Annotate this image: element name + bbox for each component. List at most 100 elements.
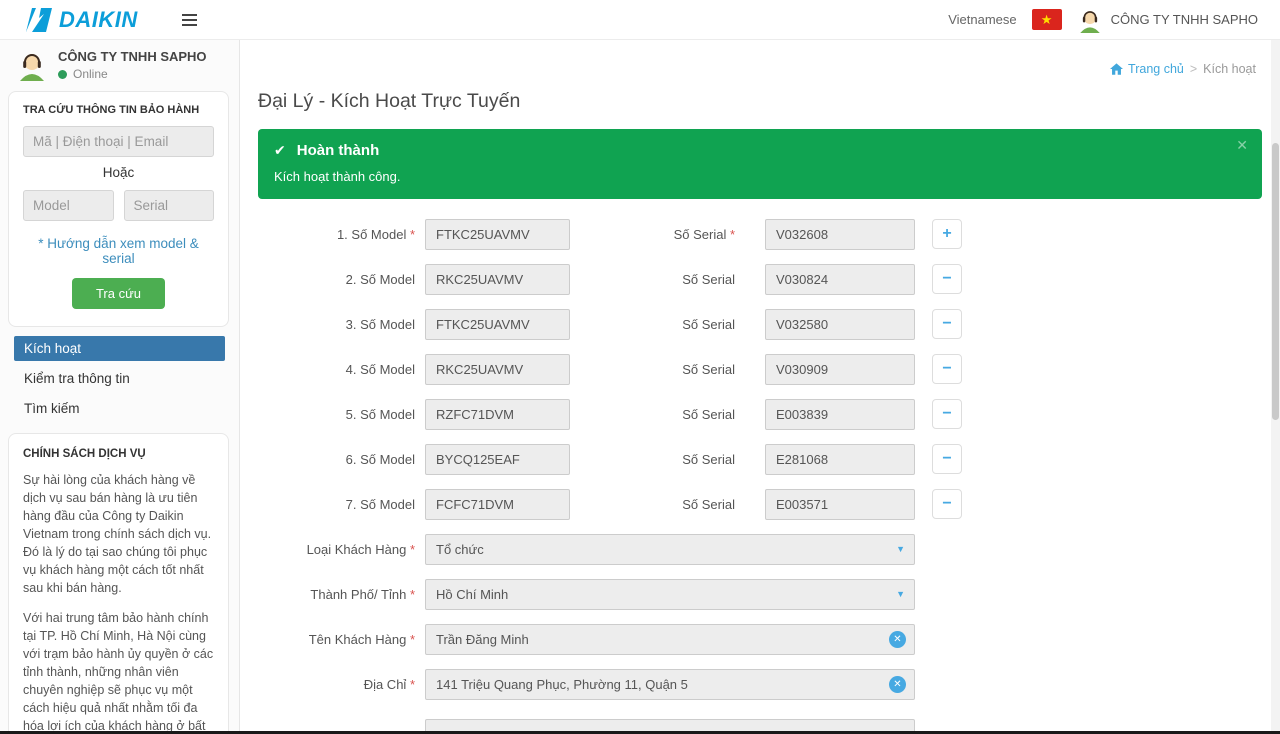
app-window: DAIKIN Vietnamese ★ CÔNG TY TNHH SAPHO: [0, 0, 1280, 734]
model-input[interactable]: [425, 489, 570, 520]
model-input[interactable]: [425, 399, 570, 430]
header-user-menu[interactable]: CÔNG TY TNHH SAPHO: [1077, 7, 1258, 33]
required-asterisk: *: [410, 677, 415, 692]
remove-row-button[interactable]: −: [932, 309, 962, 339]
sidebar-item-kich-hoat[interactable]: Kích hoạt: [14, 336, 225, 361]
sidebar-menu: Kích hoạt Kiểm tra thông tin Tìm kiếm: [14, 336, 225, 421]
policy-paragraph-2: Với hai trung tâm bảo hành chính tại TP.…: [23, 609, 214, 734]
clear-field-icon[interactable]: ✕: [889, 676, 906, 693]
policy-title: CHÍNH SÁCH DỊCH VỤ: [23, 448, 214, 460]
model-serial-guide-link[interactable]: * Hướng dẫn xem model & serial: [23, 236, 214, 266]
sidebar: CÔNG TY TNHH SAPHO Online TRA CỨU THÔNG …: [0, 40, 240, 734]
model-input[interactable]: [425, 264, 570, 295]
serial-input[interactable]: [765, 489, 915, 520]
lookup-code-input[interactable]: [23, 126, 214, 157]
serial-label: Số Serial: [570, 362, 735, 377]
serial-input[interactable]: [765, 264, 915, 295]
city-select[interactable]: Hồ Chí Minh: [425, 579, 915, 610]
serial-label: Số Serial: [570, 272, 735, 287]
remove-row-button[interactable]: −: [932, 444, 962, 474]
activation-form: 1. Số Model * Số Serial * + 2. Số Model …: [258, 219, 1262, 734]
serial-input[interactable]: [765, 444, 915, 475]
sidebar-user-name: CÔNG TY TNHH SAPHO: [58, 49, 207, 64]
remove-row-button[interactable]: −: [932, 399, 962, 429]
add-row-button[interactable]: +: [932, 219, 962, 249]
chevron-down-icon: ▼: [896, 589, 905, 599]
remove-row-button[interactable]: −: [932, 489, 962, 519]
model-input[interactable]: [425, 354, 570, 385]
model-label: 5. Số Model: [258, 407, 415, 422]
online-status-dot: [58, 70, 67, 79]
model-serial-row: 4. Số Model Số Serial −: [258, 354, 1262, 385]
lookup-panel-title: TRA CỨU THÔNG TIN BẢO HÀNH: [23, 104, 214, 116]
model-label: 6. Số Model: [258, 452, 415, 467]
sidebar-user-panel: CÔNG TY TNHH SAPHO Online: [16, 49, 229, 81]
customer-type-select[interactable]: Tổ chức: [425, 534, 915, 565]
customer-type-row: Loại Khách Hàng * Tổ chức ▼: [258, 534, 1262, 565]
model-serial-row: 2. Số Model Số Serial −: [258, 264, 1262, 295]
warranty-lookup-panel: TRA CỨU THÔNG TIN BẢO HÀNH Hoặc * Hướng …: [8, 91, 229, 327]
serial-label: Số Serial: [570, 497, 735, 512]
language-label: Vietnamese: [948, 12, 1016, 27]
model-serial-row: 1. Số Model * Số Serial * +: [258, 219, 1262, 250]
customer-type-label: Loại Khách Hàng *: [258, 542, 415, 557]
required-asterisk: *: [410, 632, 415, 647]
model-label: 3. Số Model: [258, 317, 415, 332]
serial-label: Số Serial: [570, 452, 735, 467]
alert-message: Kích hoạt thành công.: [274, 169, 1246, 184]
top-navbar: DAIKIN Vietnamese ★ CÔNG TY TNHH SAPHO: [0, 0, 1280, 40]
customer-name-row: Tên Khách Hàng * ✕: [258, 624, 1262, 655]
breadcrumb-current: Kích hoạt: [1203, 62, 1256, 76]
model-label: 2. Số Model: [258, 272, 415, 287]
city-row: Thành Phố/ Tỉnh * Hồ Chí Minh ▼: [258, 579, 1262, 610]
sidebar-item-kiem-tra-thong-tin[interactable]: Kiểm tra thông tin: [14, 366, 225, 391]
customer-name-input[interactable]: [425, 624, 915, 655]
sidebar-item-tim-kiem[interactable]: Tìm kiếm: [14, 396, 225, 421]
serial-input[interactable]: [765, 219, 915, 250]
customer-name-label: Tên Khách Hàng *: [258, 632, 415, 647]
serial-input[interactable]: [765, 309, 915, 340]
vertical-scrollbar[interactable]: [1271, 40, 1280, 734]
clear-field-icon[interactable]: ✕: [889, 631, 906, 648]
daikin-flag-icon: [26, 8, 52, 32]
model-input[interactable]: [425, 309, 570, 340]
lookup-serial-input[interactable]: [124, 190, 215, 221]
model-serial-row: 7. Số Model Số Serial −: [258, 489, 1262, 520]
model-label: 1. Số Model *: [258, 227, 415, 242]
remove-row-button[interactable]: −: [932, 354, 962, 384]
city-label: Thành Phố/ Tỉnh *: [258, 587, 415, 602]
breadcrumb-home-link[interactable]: Trang chủ: [1110, 62, 1184, 76]
model-input[interactable]: [425, 444, 570, 475]
lookup-search-button[interactable]: Tra cứu: [72, 278, 165, 309]
model-input[interactable]: [425, 219, 570, 250]
serial-label: Số Serial *: [570, 227, 735, 242]
serial-input[interactable]: [765, 399, 915, 430]
page-title: Đại Lý - Kích Hoạt Trực Tuyến: [258, 92, 1262, 112]
required-asterisk: *: [410, 587, 415, 602]
model-serial-rows: 1. Số Model * Số Serial * + 2. Số Model …: [258, 219, 1262, 520]
policy-paragraph-1: Sự hài lòng của khách hàng về dịch vụ sa…: [23, 471, 214, 597]
daikin-logo[interactable]: DAIKIN: [26, 7, 138, 33]
sidebar-avatar-icon: [16, 49, 48, 81]
address-input[interactable]: [425, 669, 915, 700]
model-serial-row: 5. Số Model Số Serial −: [258, 399, 1262, 430]
serial-label: Số Serial: [570, 317, 735, 332]
alert-close-icon[interactable]: ✕: [1236, 137, 1248, 154]
hamburger-menu-icon[interactable]: [182, 14, 197, 26]
online-status-label: Online: [73, 67, 108, 81]
breadcrumb: Trang chủ > Kích hoạt: [1110, 62, 1256, 76]
chevron-down-icon: ▼: [896, 544, 905, 554]
brand-text: DAIKIN: [59, 7, 138, 33]
serial-label: Số Serial: [570, 407, 735, 422]
user-avatar-icon: [1077, 7, 1103, 33]
or-label: Hoặc: [23, 165, 214, 180]
main-content: Trang chủ > Kích hoạt Đại Lý - Kích Hoạt…: [240, 40, 1280, 734]
address-row: Địa Chỉ * ✕: [258, 669, 1262, 700]
serial-input[interactable]: [765, 354, 915, 385]
model-label: 7. Số Model: [258, 497, 415, 512]
scrollbar-thumb[interactable]: [1272, 143, 1279, 420]
success-alert: ✕ ✔ Hoàn thành Kích hoạt thành công.: [258, 129, 1262, 199]
vietnam-flag-icon[interactable]: ★: [1032, 9, 1062, 30]
lookup-model-input[interactable]: [23, 190, 114, 221]
remove-row-button[interactable]: −: [932, 264, 962, 294]
